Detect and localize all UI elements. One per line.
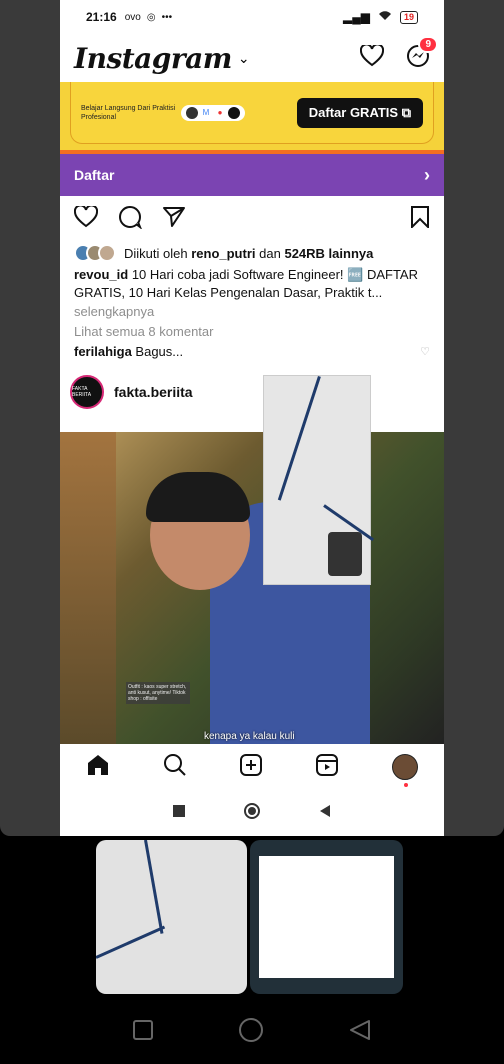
ad-tagline: Belajar Langsung Dari Praktisi Profesion… [81,104,176,121]
status-bar: 21:16 ovo ◎ ••• ▂▄▆ 19 [60,0,444,34]
next-post-header: FAKTA BERIITA fakta.beriita [60,368,444,416]
messenger-button[interactable]: 9 [406,35,438,73]
status-right: ▂▄▆ 19 [343,10,418,24]
messages-badge: 9 [418,35,438,53]
profile-avatar[interactable] [391,754,418,787]
comment-row: ferilahiga Bagus... ♡ [60,342,444,362]
view-all-comments-link[interactable]: Lihat semua 8 komentar [60,322,444,342]
back-triangle-icon[interactable] [349,1019,371,1046]
liked-mid: dan [259,245,281,261]
avatar[interactable]: FAKTA BERIITA [70,375,104,409]
header-actions: 9 [359,35,438,73]
heart-icon[interactable] [359,42,385,72]
daftar-label: Daftar [74,167,115,183]
liked-user[interactable]: reno_putri [191,246,255,261]
gmail-logo-icon: M [202,107,210,117]
partner-logo-icon: ● [217,107,223,117]
recents-square-icon[interactable] [173,804,185,822]
comment-icon[interactable] [118,205,143,234]
ad-banner-inner: Belajar Langsung Dari Praktisi Profesion… [70,82,434,144]
chevron-right-icon: › [424,164,430,185]
home-circle-icon[interactable] [238,1017,264,1048]
ad-cta-button[interactable]: Daftar GRATIS ⧉ [296,97,423,128]
comment-like-icon[interactable]: ♡ [420,342,430,362]
video-product-sticker: Outfit : kaos super stretch, anti kusut,… [126,682,190,704]
video-subtitle: kenapa ya kalau kuli [204,731,295,742]
search-icon[interactable] [163,753,187,782]
instagram-header: Instagram ⌄ 9 [60,34,444,82]
pip-thumbnail [328,532,362,576]
pip-content-line [277,376,321,501]
ad-banner[interactable]: Belajar Langsung Dari Praktisi Profesion… [60,82,444,154]
ad-partner-logos: M ● [181,104,245,121]
wifi-icon [378,10,392,24]
status-time: 21:16 [86,10,117,24]
post-username[interactable]: fakta.beriita [114,384,193,400]
card-content-line [144,840,164,934]
carrier-icon: ovo [124,11,141,23]
post-video[interactable]: Outfit : kaos super stretch, anti kusut,… [60,432,444,744]
comment-text: Bagus... [135,344,184,359]
video-person-hair [146,472,250,522]
liked-by-avatars [74,244,116,262]
caption-username[interactable]: revou_id [74,267,128,282]
phone-screen: 21:16 ovo ◎ ••• ▂▄▆ 19 Instagram ⌄ 9 Bel… [60,0,444,836]
recent-app-card[interactable] [250,840,403,994]
recent-app-card[interactable] [96,840,247,994]
avatar-text: FAKTA BERIITA [72,386,92,398]
home-icon[interactable] [86,753,110,782]
picture-in-picture-window[interactable] [263,375,375,585]
signal-icon: ▂▄▆ [343,10,370,24]
ad-cta-label: Daftar GRATIS [308,104,399,120]
recents-square-icon[interactable] [132,1019,153,1045]
more-dots: ••• [161,11,173,23]
comment-username[interactable]: ferilahiga [74,342,132,362]
video-background-strip [60,432,116,744]
liked-count[interactable]: 524RB lainnya [284,246,373,261]
card-preview [259,856,394,978]
outer-system-nav [0,1000,504,1064]
like-heart-icon[interactable] [73,203,99,233]
chevron-down-icon[interactable]: ⌄ [238,50,250,67]
liked-by-row[interactable]: Diikuti oleh reno_putri dan 524RB lainny… [60,242,444,264]
instagram-small-icon: ◎ [146,11,156,23]
caption-more-link[interactable]: selengkapnya [60,302,444,322]
post-caption: revou_id 10 Hari coba jadi Software Engi… [60,264,444,302]
daftar-bar[interactable]: Daftar › [60,154,444,196]
bottom-nav [60,744,444,790]
home-circle-icon[interactable] [243,802,261,825]
status-notification-icons: ovo ◎ ••• [125,12,172,23]
system-nav-bar [60,790,444,836]
liked-prefix: Diikuti oleh [124,245,188,261]
create-post-icon[interactable] [239,753,263,782]
reels-icon[interactable] [315,753,339,782]
notification-dot [403,783,408,787]
partner-logo-icon [186,106,198,119]
back-triangle-icon[interactable] [319,804,331,822]
card-content-line [96,925,166,959]
partner-logo-icon [228,106,240,119]
instagram-logo[interactable]: Instagram [74,42,232,75]
battery-indicator: 19 [399,10,418,24]
avatar [98,244,116,262]
share-icon[interactable] [162,206,186,233]
post-actions [60,196,444,242]
bookmark-icon[interactable] [410,205,430,233]
